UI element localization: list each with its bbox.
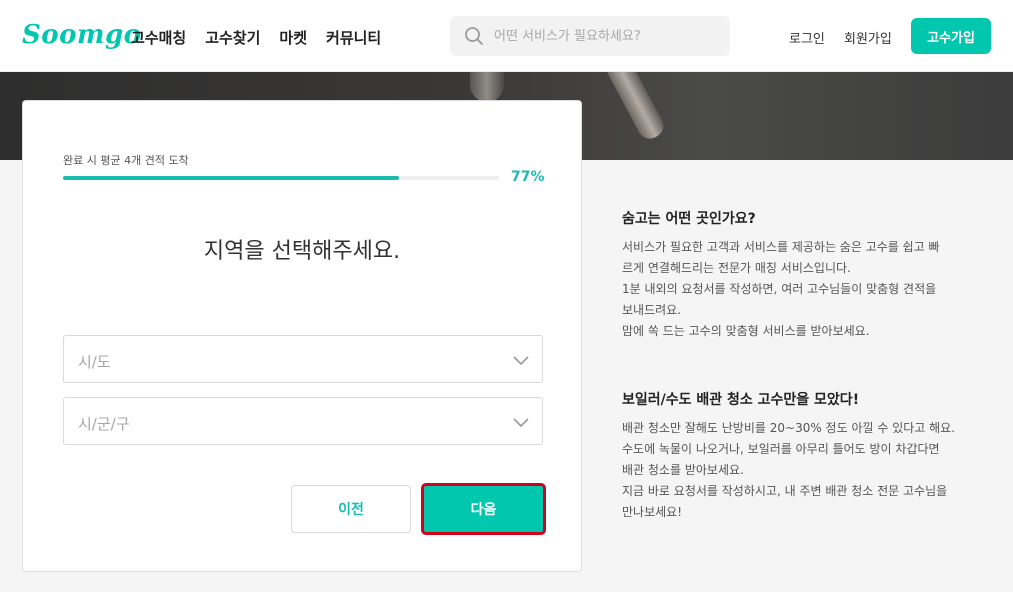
progress-label: 완료 시 평균 4개 견적 도착 [63, 154, 189, 167]
chevron-down-icon [513, 418, 529, 428]
question-title: 지역을 선택해주세요. [203, 239, 401, 264]
progress-fill [63, 176, 399, 180]
info-line: 1분 내외의 요청서를 작성하면, 여러 고수님들이 맞춤형 견적을 [622, 282, 937, 296]
login-link[interactable]: 로그인 [789, 28, 825, 47]
nav-market[interactable]: 마켓 [279, 27, 307, 48]
info-line: 수도에 녹물이 나오거나, 보일러를 아무리 틀어도 방이 차갑다면 [622, 442, 940, 456]
nav-community[interactable]: 커뮤니티 [326, 27, 381, 48]
info-line: 만나보세요! [622, 505, 683, 519]
info-text-service: 배관 청소만 잘해도 난방비를 20~30% 정도 아낄 수 있다고 해요. 수… [622, 418, 994, 523]
progress-percent: 77% [511, 169, 545, 185]
pro-signup-button[interactable]: 고수가입 [911, 18, 991, 54]
info-heading-service: 보일러/수도 배관 청소 고수만을 모았다! [622, 392, 860, 408]
info-line: 르게 연결해드리는 전문가 매칭 서비스입니다. [622, 261, 851, 275]
nav-find-pro[interactable]: 고수찾기 [205, 27, 260, 48]
search-input[interactable] [494, 16, 722, 56]
info-line: 서비스가 필요한 고객과 서비스를 제공하는 숨은 고수를 쉽고 빠 [622, 240, 940, 254]
next-button[interactable]: 다음 [421, 483, 546, 535]
search-bar[interactable] [450, 16, 730, 56]
district-select-placeholder: 시/군/구 [78, 415, 130, 433]
info-line: 맘에 쏙 드는 고수의 맞춤형 서비스를 받아보세요. [622, 324, 870, 338]
main-nav: 고수매칭 고수찾기 마켓 커뮤니티 [131, 27, 381, 48]
request-form-card: 완료 시 평균 4개 견적 도착 77% 지역을 선택해주세요. 시/도 시/군… [22, 100, 582, 572]
prev-button[interactable]: 이전 [291, 485, 411, 533]
district-select[interactable]: 시/군/구 [63, 397, 543, 445]
hero-faucet-shape [602, 72, 668, 143]
progress-bar [63, 176, 499, 180]
soomgo-logo[interactable]: Soomgo [22, 20, 142, 50]
info-line: 배관 청소만 잘해도 난방비를 20~30% 정도 아낄 수 있다고 해요. [622, 421, 956, 435]
info-line: 보내드려요. [622, 303, 682, 317]
register-link[interactable]: 회원가입 [844, 28, 892, 47]
search-icon [465, 27, 483, 45]
city-select[interactable]: 시/도 [63, 335, 543, 383]
nav-pro-matching[interactable]: 고수매칭 [131, 27, 186, 48]
info-text-about: 서비스가 필요한 고객과 서비스를 제공하는 숨은 고수를 쉽고 빠 르게 연결… [622, 237, 994, 342]
city-select-placeholder: 시/도 [78, 353, 111, 371]
info-heading-about: 숨고는 어떤 곳인가요? [622, 211, 756, 227]
top-header: Soomgo 고수매칭 고수찾기 마켓 커뮤니티 로그인 회원가입 고수가입 [0, 0, 1013, 72]
chevron-down-icon [513, 356, 529, 366]
info-line: 배관 청소를 받아보세요. [622, 463, 744, 477]
hero-pipe-shape [470, 72, 504, 102]
info-line: 지금 바로 요청서를 작성하시고, 내 주변 배관 청소 전문 고수님을 [622, 484, 948, 498]
